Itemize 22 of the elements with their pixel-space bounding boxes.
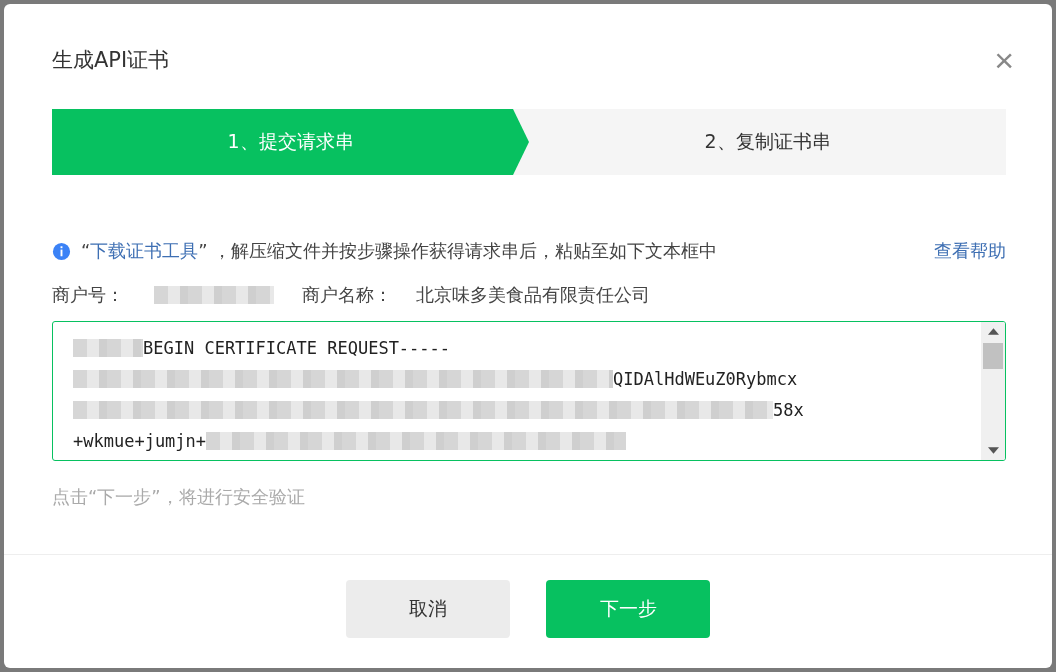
up-arrow-icon[interactable] xyxy=(987,328,999,335)
text-line: QIDAlHdWEuZ0Rybmcx xyxy=(613,368,798,389)
cancel-button[interactable]: 取消 xyxy=(346,580,510,638)
help-link[interactable]: 查看帮助 xyxy=(934,239,1006,263)
instruction-text: “下载证书工具” ，解压缩文件并按步骤操作获得请求串后，粘贴至如下文本框中 xyxy=(81,239,719,263)
scrollbar-thumb[interactable] xyxy=(983,343,1003,369)
close-button[interactable]: × xyxy=(994,43,1014,77)
redaction-mask xyxy=(73,338,143,357)
hint-text: 点击“下一步”，将进行安全验证 xyxy=(52,485,306,509)
download-tool-link[interactable]: 下载证书工具 xyxy=(90,240,199,261)
step-tab[interactable]: 2、复制证书串 xyxy=(529,109,1006,175)
input-field[interactable]: BEGIN CERTIFICATE REQUEST----- QIDAlHdWEuZ0Rybmcx 58x +wkmue+jumjn+ xyxy=(52,321,1006,461)
down-arrow-icon[interactable] xyxy=(987,447,999,454)
text-line: BEGIN CERTIFICATE REQUEST----- xyxy=(143,337,451,358)
dialog-title: 生成API证书 xyxy=(52,47,170,74)
text-line: +wkmue+jumjn+ xyxy=(73,430,207,451)
merchant-id-label: 商户号： xyxy=(52,283,124,307)
text-line: 58x xyxy=(773,399,804,420)
merchant-name: 北京味多美食品有限责任公司 xyxy=(416,283,650,307)
info-icon xyxy=(52,241,71,261)
scrollbar[interactable] xyxy=(981,322,1005,460)
merchant-name-label: 商户名称： xyxy=(302,283,392,307)
